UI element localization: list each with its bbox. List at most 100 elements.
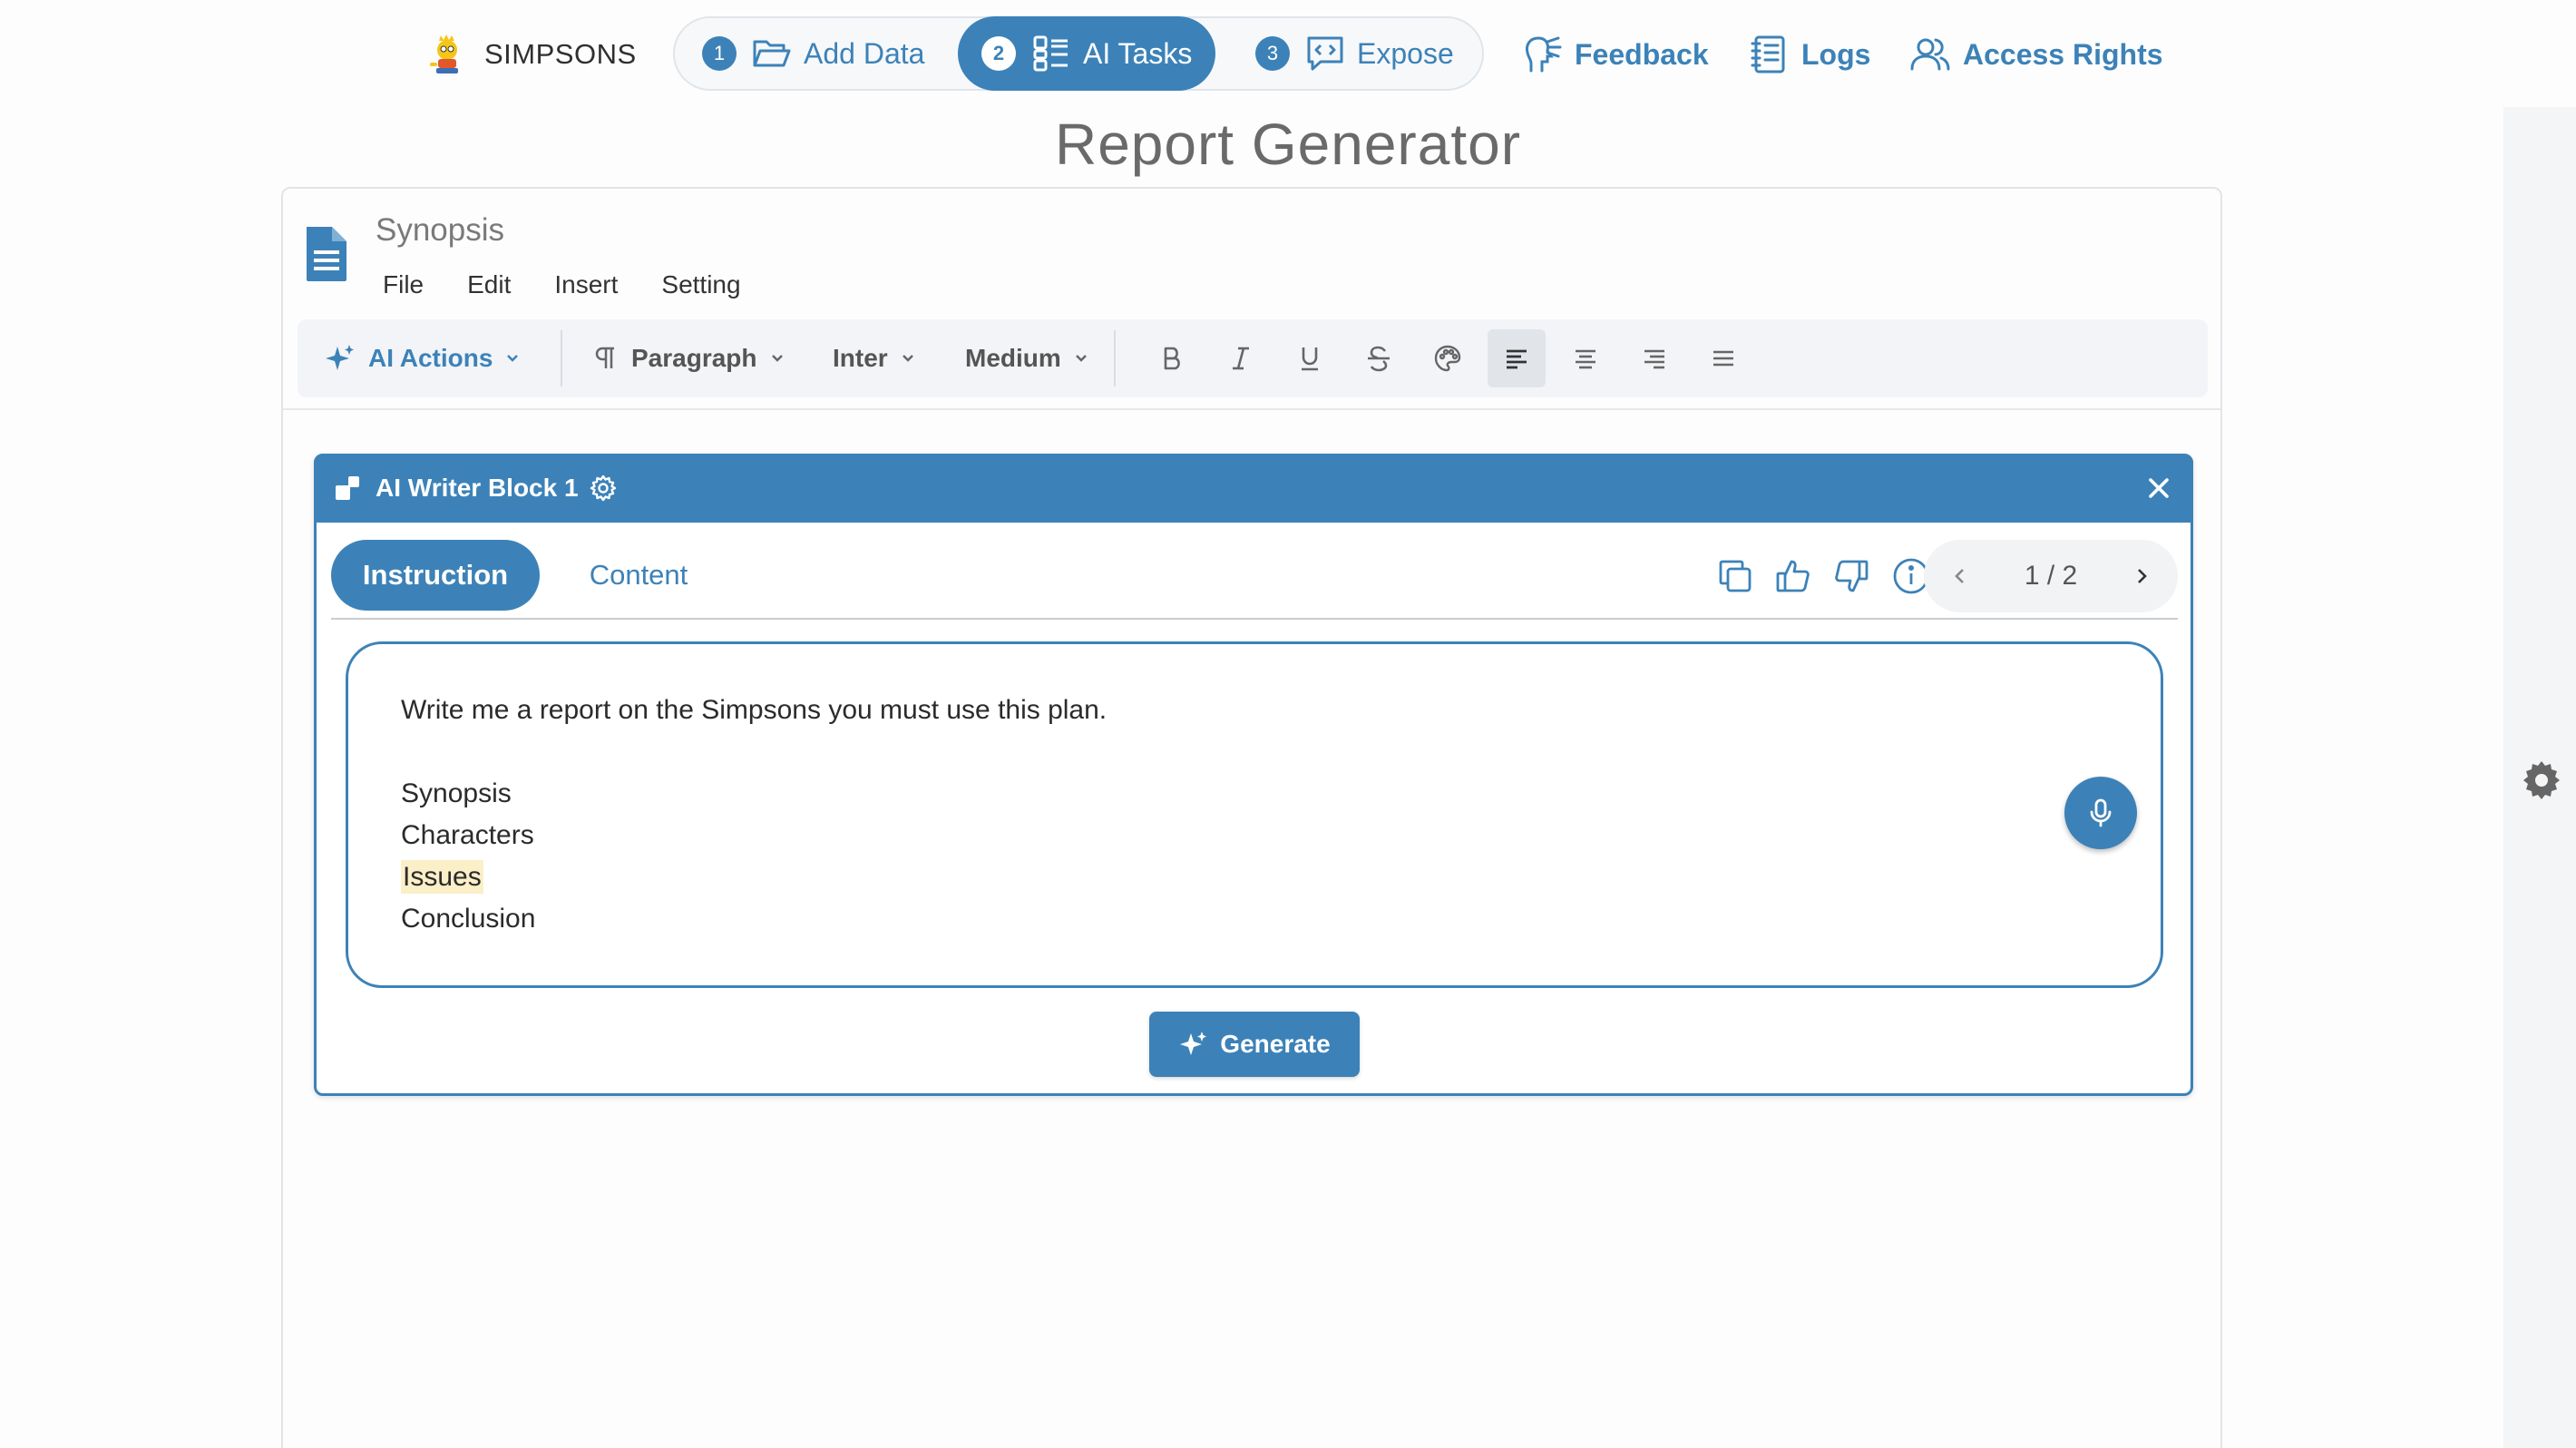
nav-access-rights[interactable]: Access Rights: [1908, 27, 2163, 82]
feedback-icon: [1526, 36, 1562, 73]
sparkle-icon: [326, 345, 354, 370]
brand-logo-icon: [430, 34, 458, 73]
paragraph-style-dropdown[interactable]: Paragraph: [591, 319, 786, 397]
underline-button[interactable]: [1281, 329, 1339, 387]
sparkle-icon: [1180, 1032, 1207, 1055]
generate-label: Generate: [1220, 1030, 1331, 1058]
toolbar-divider: [1114, 330, 1116, 386]
instruction-line: Issues: [401, 856, 2108, 898]
thumbs-down-icon: [1835, 560, 1869, 592]
close-icon[interactable]: [2144, 474, 2173, 503]
font-label: Inter: [833, 344, 888, 372]
copy-button[interactable]: [1715, 556, 1759, 600]
step-add-data[interactable]: 1 Add Data: [702, 16, 924, 91]
chevron-down-icon: [771, 355, 783, 362]
nav-logs-label: Logs: [1801, 37, 1871, 71]
strikethrough-icon: [1368, 346, 1390, 372]
ai-actions-dropdown[interactable]: AI Actions: [325, 319, 522, 397]
brand-name: SIMPSONS: [484, 38, 637, 70]
block-shapes-icon: [336, 476, 359, 500]
users-icon: [1910, 38, 1950, 71]
folder-open-icon: [753, 40, 791, 67]
document-editor: Synopsis File Edit Insert Setting AI Act…: [281, 187, 2222, 1448]
instruction-line: Characters: [401, 820, 534, 850]
step-expose[interactable]: 3 Expose: [1255, 16, 1454, 91]
align-center-icon: [1576, 349, 1595, 369]
align-right-button[interactable]: [1625, 329, 1683, 387]
next-version-button[interactable]: [2123, 558, 2160, 594]
thumbs-up-icon: [1776, 560, 1810, 592]
align-justify-icon: [1713, 350, 1733, 367]
weight-label: Medium: [965, 344, 1061, 372]
block-settings-icon[interactable]: [590, 475, 617, 502]
workflow-steps: 1 Add Data 2 AI Tasks 3 Expose: [673, 16, 1484, 91]
page-title: Report Generator: [1054, 112, 1522, 177]
highlighted-text: Issues: [401, 860, 483, 894]
pilcrow-icon: [595, 347, 614, 368]
instruction-line: Write me a report on the Simpsons you mu…: [401, 695, 1107, 725]
underline-icon: [1302, 347, 1318, 371]
nav-logs[interactable]: Logs: [1747, 27, 1870, 82]
menu-file[interactable]: File: [383, 270, 424, 299]
align-left-button[interactable]: [1488, 329, 1546, 387]
step-number: 2: [981, 36, 1016, 71]
instruction-line: Conclusion: [401, 904, 536, 934]
step-ai-tasks[interactable]: 2 AI Tasks: [958, 16, 1216, 91]
bold-button[interactable]: [1143, 329, 1201, 387]
bold-icon: [1164, 347, 1180, 370]
align-right-icon: [1644, 349, 1664, 369]
logs-notebook-icon: [1751, 35, 1785, 73]
ai-writer-block: AI Writer Block 1 Instruction Content 1 …: [314, 454, 2193, 1096]
tasks-grid-icon: [1033, 35, 1068, 72]
version-pager: 1 / 2: [1924, 540, 2178, 612]
palette-icon: [1434, 345, 1461, 372]
font-family-dropdown[interactable]: Inter: [833, 319, 917, 397]
toolbar-divider: [561, 330, 562, 386]
instruction-line: [401, 731, 2108, 773]
strikethrough-button[interactable]: [1350, 329, 1408, 387]
paragraph-label: Paragraph: [631, 344, 757, 372]
step-label: AI Tasks: [1083, 36, 1193, 70]
generate-button[interactable]: Generate: [1149, 1012, 1360, 1077]
text-color-button[interactable]: [1419, 329, 1477, 387]
ai-actions-label: AI Actions: [368, 344, 493, 372]
ai-writer-block-header: AI Writer Block 1: [314, 454, 2193, 523]
align-justify-button[interactable]: [1694, 329, 1752, 387]
nav-feedback[interactable]: Feedback: [1520, 27, 1709, 82]
copy-icon: [1719, 560, 1751, 592]
previous-version-button[interactable]: [1942, 558, 1978, 594]
nav-access-rights-label: Access Rights: [1963, 37, 2163, 71]
voice-input-button[interactable]: [2064, 777, 2137, 849]
step-number: 3: [1255, 36, 1290, 71]
settings-gear-icon[interactable]: [2520, 758, 2563, 802]
menu-insert[interactable]: Insert: [554, 270, 618, 299]
italic-button[interactable]: [1212, 329, 1270, 387]
block-tabs: Instruction Content 1 / 2: [331, 533, 2178, 620]
italic-icon: [1233, 347, 1249, 370]
step-number: 1: [702, 36, 737, 71]
formatting-toolbar: AI Actions Paragraph Inter Medium: [298, 319, 2208, 397]
thumbs-down-button[interactable]: [1831, 556, 1875, 600]
chevron-down-icon: [1075, 355, 1087, 362]
editor-menubar: File Edit Insert Setting: [383, 270, 785, 299]
microphone-icon: [2090, 798, 2112, 827]
instruction-line: Synopsis: [401, 778, 512, 808]
align-left-icon: [1507, 349, 1527, 369]
chevron-left-icon: [1955, 569, 1964, 583]
chevron-right-icon: [2138, 569, 2147, 583]
tab-content[interactable]: Content: [563, 540, 714, 611]
tab-instruction[interactable]: Instruction: [331, 540, 540, 611]
align-center-button[interactable]: [1556, 329, 1615, 387]
chevron-down-icon: [902, 355, 913, 362]
document-title[interactable]: Synopsis: [376, 212, 504, 249]
menu-edit[interactable]: Edit: [467, 270, 511, 299]
chevron-down-icon: [507, 355, 519, 362]
nav-feedback-label: Feedback: [1575, 37, 1709, 71]
thumbs-up-button[interactable]: [1773, 556, 1817, 600]
menu-setting[interactable]: Setting: [661, 270, 740, 299]
font-weight-dropdown[interactable]: Medium: [965, 319, 1090, 397]
instruction-textarea[interactable]: Write me a report on the Simpsons you mu…: [346, 641, 2163, 988]
top-navigation: SIMPSONS 1 Add Data 2 AI Tasks 3 Expose …: [0, 16, 2576, 94]
document-icon: [307, 227, 346, 281]
brand[interactable]: SIMPSONS: [424, 25, 637, 83]
